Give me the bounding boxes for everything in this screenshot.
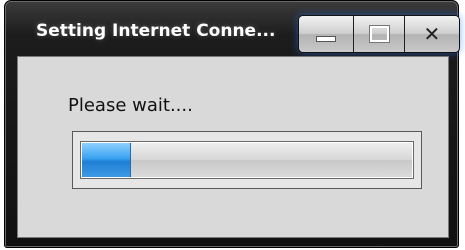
minimize-button[interactable] bbox=[299, 16, 355, 52]
title-bar[interactable]: Setting Internet Conne... ✕ bbox=[5, 1, 460, 57]
minimize-icon bbox=[316, 36, 337, 42]
dialog-body: Please wait.... bbox=[17, 56, 449, 238]
progress-bar bbox=[80, 141, 414, 179]
dialog-window: Setting Internet Conne... ✕ Please wait.… bbox=[4, 0, 460, 248]
window-title: Setting Internet Conne... bbox=[36, 21, 276, 41]
close-icon: ✕ bbox=[423, 22, 441, 46]
status-message: Please wait.... bbox=[68, 95, 193, 116]
caption-buttons: ✕ bbox=[298, 15, 460, 53]
progress-frame bbox=[72, 131, 422, 189]
maximize-button[interactable] bbox=[354, 16, 405, 52]
progress-fill bbox=[82, 143, 131, 177]
maximize-icon bbox=[368, 25, 390, 43]
close-button[interactable]: ✕ bbox=[404, 16, 459, 52]
